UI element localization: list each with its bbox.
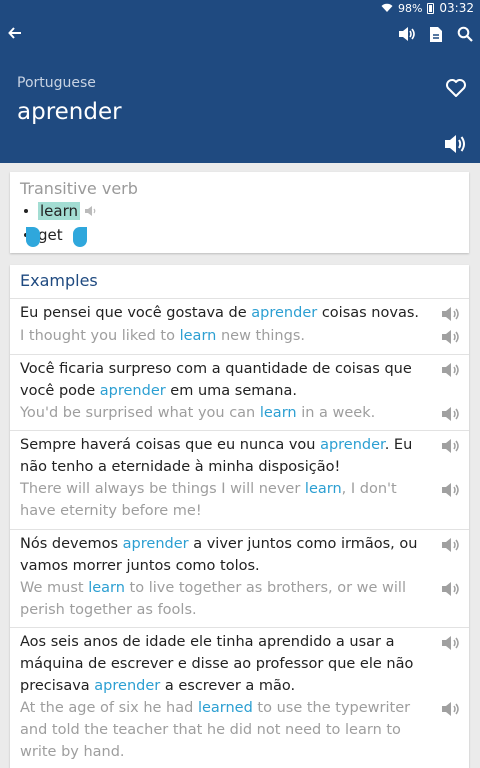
speaker-icon[interactable] — [441, 536, 461, 554]
example-item: Eu pensei que você gostava de aprender c… — [10, 298, 469, 354]
translation-item[interactable]: learn — [24, 202, 98, 220]
example-item: Aos seis anos de idade ele tinha aprendi… — [10, 627, 469, 768]
example-english: We must learn to live together as brothe… — [20, 580, 406, 618]
speaker-icon[interactable] — [441, 481, 461, 499]
example-portuguese: Sempre haverá coisas que eu nunca vou ap… — [20, 437, 413, 475]
translation-text[interactable]: get — [38, 226, 63, 244]
speaker-icon[interactable] — [441, 580, 461, 598]
example-english: I thought you liked to learn new things. — [20, 328, 305, 344]
heart-icon[interactable] — [445, 78, 467, 98]
speaker-icon[interactable] — [444, 133, 468, 155]
bullet — [24, 209, 28, 213]
speaker-icon[interactable] — [84, 205, 98, 217]
example-portuguese: Nós devemos aprender a viver juntos como… — [20, 536, 418, 574]
part-of-speech: Transitive verb — [20, 179, 138, 198]
wifi-icon — [381, 3, 393, 12]
clock: 03:32 — [439, 1, 474, 15]
search-icon[interactable] — [455, 24, 475, 44]
example-portuguese: Você ficaria surpreso com a quantidade d… — [20, 361, 412, 399]
definition-card: Transitive verb learn get — [10, 172, 469, 253]
header: Portuguese aprender — [0, 16, 480, 163]
arrow-left-icon[interactable] — [8, 26, 22, 43]
speaker-icon[interactable] — [441, 361, 461, 379]
speaker-icon[interactable] — [441, 405, 461, 423]
battery-percent: 98% — [397, 1, 423, 15]
example-item: Nós devemos aprender a viver juntos como… — [10, 529, 469, 627]
example-item: Você ficaria surpreso com a quantidade d… — [10, 354, 469, 430]
speaker-icon[interactable] — [441, 700, 461, 718]
examples-title: Examples — [20, 271, 98, 290]
example-portuguese: Aos seis anos de idade ele tinha aprendi… — [20, 634, 414, 694]
selection-handle-right[interactable] — [73, 227, 87, 247]
speaker-icon[interactable] — [441, 634, 461, 652]
speaker-icon[interactable] — [397, 24, 417, 44]
selection-handle-left[interactable] — [26, 227, 40, 247]
speaker-icon[interactable] — [441, 328, 461, 346]
battery-icon — [427, 2, 435, 14]
example-item: Sempre haverá coisas que eu nunca vou ap… — [10, 430, 469, 529]
document-icon[interactable] — [426, 24, 446, 44]
speaker-icon[interactable] — [441, 305, 461, 323]
example-portuguese: Eu pensei que você gostava de aprender c… — [20, 305, 419, 321]
translation-text[interactable]: learn — [38, 202, 80, 220]
source-language: Portuguese — [17, 75, 96, 91]
headword: aprender — [17, 99, 122, 125]
examples-card: Examples Eu pensei que você gostava de a… — [10, 265, 469, 768]
status-bar: 98% 03:32 — [0, 0, 480, 16]
example-english: You'd be surprised what you can learn in… — [20, 405, 376, 421]
example-english: At the age of six he had learned to use … — [20, 700, 411, 760]
speaker-icon[interactable] — [441, 437, 461, 455]
example-english: There will always be things I will never… — [20, 481, 397, 519]
